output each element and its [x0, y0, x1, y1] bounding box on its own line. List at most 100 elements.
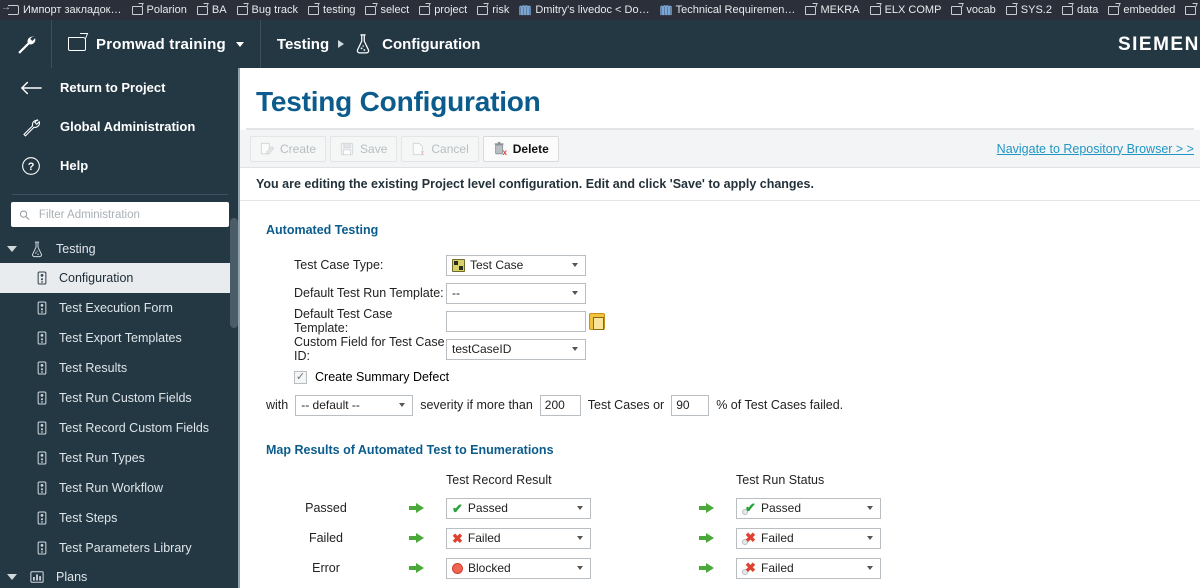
siemens-logo: SIEMENS — [1117, 34, 1200, 55]
bookmark-item[interactable]: BA — [193, 2, 233, 18]
custom-field-test-case-id-select[interactable]: testCaseID — [446, 338, 586, 360]
sidebar-item-label: Test Parameters Library — [59, 541, 192, 555]
tree-group-testing[interactable]: Testing — [0, 235, 240, 263]
sidebar-item-test-results[interactable]: Test Results — [0, 353, 240, 383]
sidebar-item-configuration[interactable]: Configuration — [0, 263, 240, 293]
page-title: Testing Configuration — [256, 86, 541, 117]
sidebar-item-test-export-templates[interactable]: Test Export Templates — [0, 323, 240, 353]
bookmark-item[interactable]: MEKRA — [801, 2, 865, 18]
lookup-icon[interactable] — [589, 312, 605, 330]
chevron-down-icon — [867, 536, 873, 540]
sidebar-item-test-execution-form[interactable]: Test Execution Form — [0, 293, 240, 323]
bookmark-item[interactable]: Technical Requiremen… — [656, 2, 802, 18]
automated-result-label: Error — [312, 561, 340, 575]
map-arrow-1 — [386, 562, 446, 574]
filter-administration-wrap — [0, 202, 240, 227]
bookmark-item[interactable]: select — [361, 2, 415, 18]
test-doc-icon — [34, 361, 50, 375]
button-label: Create — [280, 141, 317, 156]
sidebar-item-test-parameters-library[interactable]: Test Parameters Library — [0, 533, 240, 563]
sidebar-scrollbar[interactable] — [230, 68, 238, 588]
test-record-result-select[interactable]: Blocked — [446, 557, 591, 579]
folder-icon — [419, 5, 431, 15]
tree-group-plans[interactable]: Plans — [0, 563, 240, 588]
bookmark-item[interactable]: risk — [473, 2, 515, 18]
search-input[interactable] — [36, 207, 221, 222]
folder-icon — [1005, 5, 1017, 15]
select-value: Failed — [467, 531, 501, 545]
sidebar-item-help[interactable]: ? Help — [0, 146, 240, 185]
bookmark-item[interactable]: testing — [304, 2, 361, 18]
breadcrumb-item-configuration[interactable]: Configuration — [382, 36, 480, 53]
bookmark-item[interactable]: Polarion — [128, 2, 193, 18]
tools-wrench-button[interactable] — [0, 20, 52, 68]
create-button[interactable]: Create — [250, 135, 327, 162]
test-doc-icon — [34, 331, 50, 345]
bookmark-item[interactable]: priority — [1181, 2, 1200, 18]
chevron-down-icon[interactable] — [235, 41, 244, 47]
bookmark-item[interactable]: project — [415, 2, 473, 18]
bookmark-item[interactable]: SYS.2 — [1002, 2, 1058, 18]
search-icon — [19, 209, 30, 220]
trash-icon: x — [494, 141, 507, 156]
folder-icon — [68, 37, 86, 51]
bookmark-item[interactable]: vocab — [947, 2, 1001, 18]
sidebar-item-test-run-types[interactable]: Test Run Types — [0, 443, 240, 473]
mapping-rows: Passed ✔ Passed ✔ Passed Failed ✖ Failed ✖ Failed… — [266, 493, 1200, 583]
filter-box[interactable] — [11, 202, 229, 227]
sidebar-item-test-run-workflow[interactable]: Test Run Workflow — [0, 473, 240, 503]
bookmark-item[interactable]: Dmitry's livedoc < Do… — [515, 2, 655, 18]
percent-input[interactable] — [671, 394, 710, 416]
test-run-status-select[interactable]: ✖ Failed — [736, 557, 881, 579]
mapping-row: Passed ✔ Passed ✔ Passed — [266, 493, 1200, 523]
test-case-icon — [452, 258, 465, 272]
bookmark-item[interactable]: Импорт закладок… — [1, 2, 128, 18]
flask-icon — [356, 34, 370, 54]
sidebar-item-test-record-custom-fields[interactable]: Test Record Custom Fields — [0, 413, 240, 443]
save-button[interactable]: Save — [330, 135, 398, 162]
bookmark-item[interactable]: embedded — [1104, 2, 1181, 18]
test-case-type-select[interactable]: Test Case — [446, 254, 586, 276]
fan-icon — [659, 4, 672, 15]
bookmark-item[interactable]: ELX COMP — [866, 2, 948, 18]
sidebar-divider — [12, 194, 228, 195]
bookmark-item[interactable]: Bug track — [233, 2, 304, 18]
select-value: Passed — [467, 501, 508, 515]
cancel-button[interactable]: x Cancel — [401, 135, 479, 162]
bookmark-label: data — [1076, 4, 1099, 16]
delete-button[interactable]: x Delete — [482, 135, 559, 162]
arrow-left-icon — [18, 81, 44, 95]
test-cases-count-input[interactable] — [539, 394, 581, 416]
folder-icon — [365, 5, 377, 15]
severity-select[interactable]: -- default -- — [295, 394, 414, 416]
sidebar-item-return-to-project[interactable]: Return to Project — [0, 68, 240, 107]
sidebar-scrollbar-thumb[interactable] — [230, 218, 238, 328]
test-doc-icon — [34, 271, 50, 285]
sidebar-item-label: Test Run Types — [59, 451, 145, 465]
bookmark-item[interactable]: data — [1058, 2, 1104, 18]
test-run-status-select[interactable]: ✖ Failed — [736, 527, 881, 549]
sidebar-item-test-steps[interactable]: Test Steps — [0, 503, 240, 533]
bookmark-label: Polarion — [146, 4, 187, 16]
test-record-result-select[interactable]: ✔ Passed — [446, 497, 591, 519]
field-row-test-case-type: Test Case Type: Test Case — [266, 251, 1200, 279]
save-icon — [340, 142, 354, 155]
default-test-run-template-select[interactable]: -- — [446, 282, 586, 304]
test-record-result-select[interactable]: ✖ Failed — [446, 527, 591, 549]
create-summary-defect-checkbox[interactable]: ✓ — [294, 370, 307, 384]
select-value: Passed — [761, 501, 802, 515]
default-test-case-template-input[interactable] — [446, 310, 586, 332]
condition-mid-text: severity if more than — [420, 398, 533, 412]
sidebar-item-label: Test Execution Form — [59, 301, 173, 315]
field-label: Default Test Case Template: — [294, 307, 393, 335]
breadcrumb-item-testing[interactable]: Testing — [277, 36, 329, 53]
expand-collapse-triangle-icon[interactable] — [6, 574, 18, 580]
run-failed-icon: ✖ — [742, 531, 756, 545]
project-selector[interactable]: Promwad training — [52, 20, 261, 68]
navigate-to-repository-browser-link[interactable]: Navigate to Repository Browser > > — [997, 142, 1194, 156]
test-run-status-select[interactable]: ✔ Passed — [736, 497, 881, 519]
sidebar-item-global-administration[interactable]: Global Administration — [0, 107, 240, 146]
x-icon: ✖ — [452, 530, 463, 546]
sidebar-item-test-run-custom-fields[interactable]: Test Run Custom Fields — [0, 383, 240, 413]
expand-collapse-triangle-icon[interactable] — [6, 246, 18, 252]
